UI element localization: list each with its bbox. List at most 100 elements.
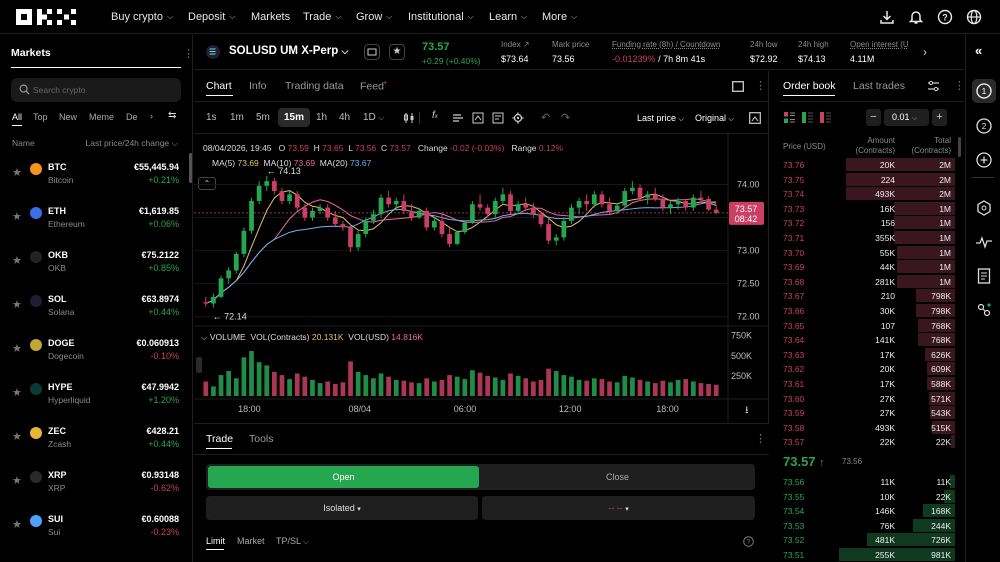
star-icon[interactable]: ★: [12, 518, 22, 531]
bid-row[interactable]: 73.53 76K 244K: [780, 518, 955, 533]
ask-row[interactable]: 73.71 355K 1M: [780, 230, 955, 245]
layout-1-button[interactable]: 1: [972, 79, 996, 103]
market-row[interactable]: ★ SUI Sui €0.60088 -0.23%: [0, 505, 192, 549]
order-type-market[interactable]: Market: [237, 536, 265, 546]
bell-icon[interactable]: [908, 9, 924, 25]
nav-more[interactable]: More ⌵: [542, 11, 577, 23]
okx-logo[interactable]: [16, 9, 76, 25]
ask-row[interactable]: 73.60 27K 571K: [780, 391, 955, 406]
filter-meme[interactable]: Meme: [89, 112, 114, 122]
download-icon[interactable]: [879, 9, 895, 25]
nav-institutional[interactable]: Institutional ⌵: [408, 11, 474, 23]
contract-info-button[interactable]: [364, 44, 380, 60]
search-input[interactable]: Search crypto: [11, 78, 181, 102]
market-row[interactable]: ★ XRP XRP €0.93148 -0.62%: [0, 461, 192, 505]
symbol-selector[interactable]: SOLUSD UM X-Perp ⌵: [229, 45, 348, 57]
market-row[interactable]: ★ ZEC Zcash €428.21 +0.44%: [0, 417, 192, 461]
bid-row[interactable]: 73.55 10K 22K: [780, 489, 955, 504]
ask-row[interactable]: 73.62 20K 609K: [780, 361, 955, 376]
window-icon[interactable]: [732, 81, 744, 92]
ask-row[interactable]: 73.76 20K 2M: [780, 157, 955, 172]
nav-deposit[interactable]: Deposit ⌵: [188, 11, 235, 23]
pulse-chart-icon[interactable]: [975, 233, 993, 251]
ask-row[interactable]: 73.59 27K 543K: [780, 405, 955, 420]
ask-row[interactable]: 73.61 17K 588K: [780, 376, 955, 391]
tick-increase-button[interactable]: +: [932, 109, 947, 126]
market-row[interactable]: ★ SOL Solana €63.8974 +0.44%: [0, 285, 192, 329]
bid-row[interactable]: 73.52 481K 726K: [780, 532, 955, 547]
scale-mode-select[interactable]: Original ⌵: [695, 113, 734, 124]
scrollbar-thumb[interactable]: [958, 137, 961, 157]
ask-row[interactable]: 73.58 493K 515K: [780, 420, 955, 435]
more-vertical-icon[interactable]: ⋮: [954, 79, 965, 92]
compare-icon[interactable]: [492, 112, 504, 124]
market-row[interactable]: ★ BTC Bitcoin €55,445.94 +0.21%: [0, 153, 192, 197]
ask-row[interactable]: 73.63 17K 626K: [780, 347, 955, 362]
order-type-tpsl[interactable]: TP/SL ⌵: [276, 536, 309, 547]
market-row[interactable]: ★ HYPE Hyperliquid €47.9942 +1.20%: [0, 373, 192, 417]
chevron-right-icon[interactable]: ›: [150, 111, 153, 121]
help-icon[interactable]: ?: [937, 9, 953, 25]
timeframe-15m[interactable]: 15m: [284, 112, 304, 123]
redo-icon[interactable]: ↷: [561, 111, 570, 124]
market-row[interactable]: ★ ETH Ethereum €1,619.85 +0.06%: [0, 197, 192, 241]
tab-info[interactable]: Info: [249, 80, 267, 92]
star-icon[interactable]: ★: [12, 386, 22, 399]
ask-row[interactable]: 73.65 107 768K: [780, 318, 955, 333]
ask-row[interactable]: 73.73 16K 1M: [780, 201, 955, 216]
tick-size-select[interactable]: 0.01 ⌵: [884, 109, 929, 126]
ask-row[interactable]: 73.64 141K 768K: [780, 332, 955, 347]
bid-row[interactable]: 73.51 255K 981K: [780, 547, 955, 562]
star-icon[interactable]: ★: [12, 298, 22, 311]
document-icon[interactable]: [975, 267, 993, 285]
auto-scale-icon[interactable]: ⭳: [745, 403, 749, 420]
timeframe-4h[interactable]: 4h: [339, 112, 350, 123]
add-layout-icon[interactable]: [975, 151, 993, 169]
ask-row[interactable]: 73.68 281K 1M: [780, 274, 955, 289]
nav-trade[interactable]: Trade ⌵: [303, 11, 341, 23]
open-button[interactable]: Open: [208, 466, 479, 488]
screenshot-icon[interactable]: [749, 112, 761, 124]
price-chart[interactable]: 74.0073.5073.0072.5072.00750K500K250K18:…: [194, 134, 769, 422]
margin-mode-select[interactable]: Isolated ▾: [206, 496, 478, 520]
ask-row[interactable]: 73.57 22K 22K: [780, 434, 955, 449]
ask-row[interactable]: 73.66 30K 798K: [780, 303, 955, 318]
star-icon[interactable]: ★: [12, 474, 22, 487]
book-bids-icon[interactable]: [802, 112, 813, 123]
ask-row[interactable]: 73.69 44K 1M: [780, 259, 955, 274]
star-icon[interactable]: ★: [12, 342, 22, 355]
nav-markets[interactable]: Markets: [251, 11, 290, 23]
nav-learn[interactable]: Learn ⌵: [489, 11, 527, 23]
more-vertical-icon[interactable]: ⋮: [755, 79, 766, 92]
leverage-select[interactable]: -- -- ▾: [482, 496, 755, 520]
bid-row[interactable]: 73.56 11K 11K: [780, 474, 955, 489]
price-mode-select[interactable]: Last price ⌵: [637, 113, 684, 124]
panel-resize-handle[interactable]: [196, 357, 202, 373]
more-vertical-icon[interactable]: ⋮: [755, 432, 766, 445]
hexagon-icon[interactable]: [975, 199, 993, 217]
draw-lines-icon[interactable]: [452, 112, 464, 124]
tab-tools[interactable]: Tools: [249, 433, 274, 445]
swap-icon[interactable]: ⇆: [168, 110, 176, 121]
close-button[interactable]: Close: [482, 466, 753, 488]
indicators-icon[interactable]: fx: [432, 110, 438, 121]
timeframe-1m[interactable]: 1m: [230, 112, 244, 123]
star-icon[interactable]: ★: [12, 210, 22, 223]
tab-order-book[interactable]: Order book: [783, 80, 836, 92]
chevron-right-icon[interactable]: ›: [923, 45, 927, 59]
timeframe-1s[interactable]: 1s: [206, 112, 217, 123]
copy-trading-icon[interactable]: [975, 301, 993, 319]
collapse-panels-icon[interactable]: «: [975, 43, 982, 58]
ask-row[interactable]: 73.67 210 798K: [780, 288, 955, 303]
tick-decrease-button[interactable]: −: [866, 109, 881, 126]
bid-row[interactable]: 73.54 146K 168K: [780, 503, 955, 518]
scrollbar-thumb[interactable]: [189, 153, 192, 183]
timeframe-1h[interactable]: 1h: [316, 112, 327, 123]
settings-sliders-icon[interactable]: [927, 80, 940, 92]
ask-row[interactable]: 73.74 493K 2M: [780, 186, 955, 201]
nav-grow[interactable]: Grow ⌵: [356, 11, 392, 23]
globe-icon[interactable]: [966, 9, 982, 25]
candlestick-type-icon[interactable]: [403, 112, 415, 124]
ask-row[interactable]: 73.75 224 2M: [780, 172, 955, 187]
favorite-star-icon[interactable]: ★: [389, 44, 405, 60]
